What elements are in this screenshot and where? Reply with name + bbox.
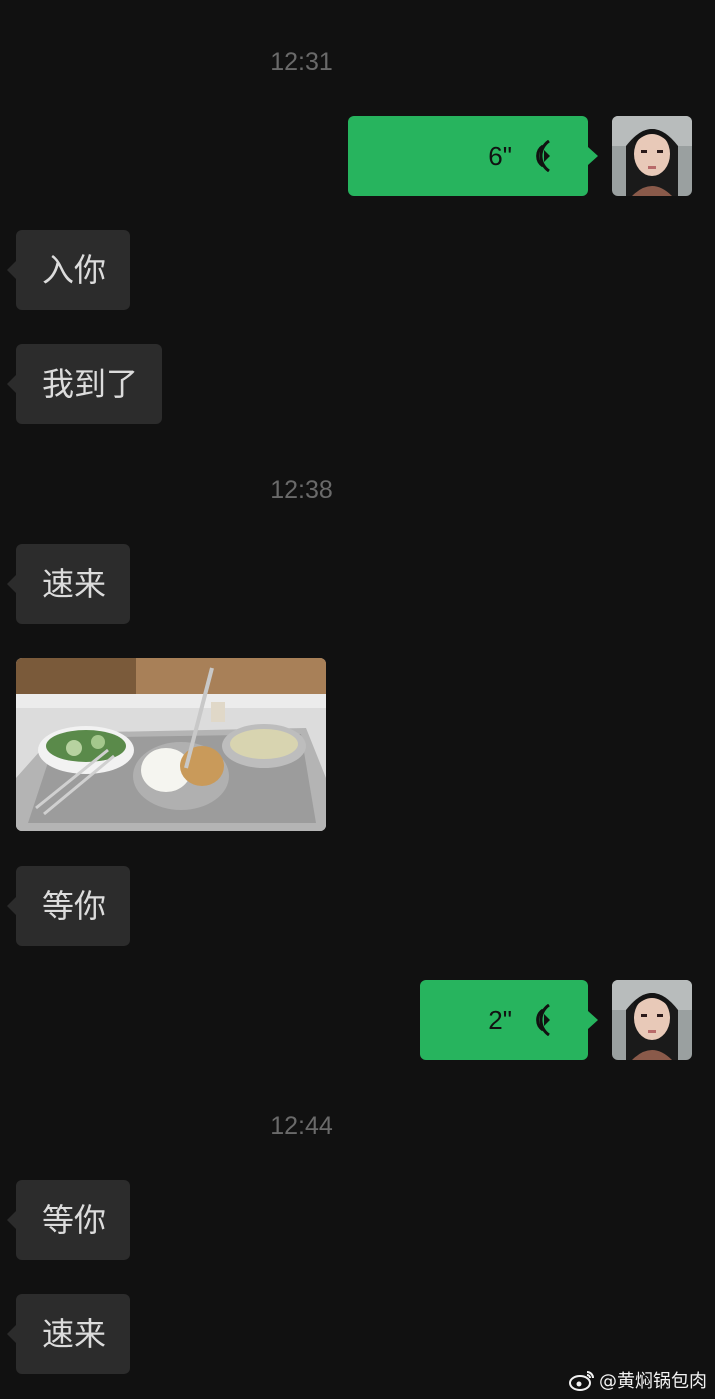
- weibo-logo-icon: [569, 1371, 594, 1391]
- voice-message-bubble[interactable]: 2": [420, 980, 598, 1060]
- voice-wave-icon: [536, 1004, 550, 1036]
- avatar[interactable]: [612, 980, 692, 1060]
- voice-wave-icon: [536, 140, 550, 172]
- message-bubble[interactable]: 速来: [7, 544, 130, 624]
- watermark-text: @黄焖锅包肉: [599, 1371, 707, 1392]
- timestamp: 12:38: [270, 476, 333, 504]
- avatar[interactable]: [612, 116, 692, 196]
- message-bubble[interactable]: 我到了: [7, 344, 162, 424]
- voice-message-bubble[interactable]: 6": [348, 116, 598, 196]
- message-bubble[interactable]: 入你: [7, 230, 130, 310]
- watermark: @黄焖锅包肉: [569, 1367, 707, 1393]
- timestamp: 12:44: [270, 1112, 333, 1140]
- voice-duration: 2": [488, 1005, 512, 1035]
- message-bubble[interactable]: 等你: [7, 1180, 130, 1260]
- message-bubble[interactable]: 速来: [7, 1294, 130, 1374]
- photo-message[interactable]: [16, 658, 326, 831]
- timestamp: 12:31: [270, 48, 333, 76]
- message-bubble[interactable]: 等你: [7, 866, 130, 946]
- voice-duration: 6": [488, 141, 512, 171]
